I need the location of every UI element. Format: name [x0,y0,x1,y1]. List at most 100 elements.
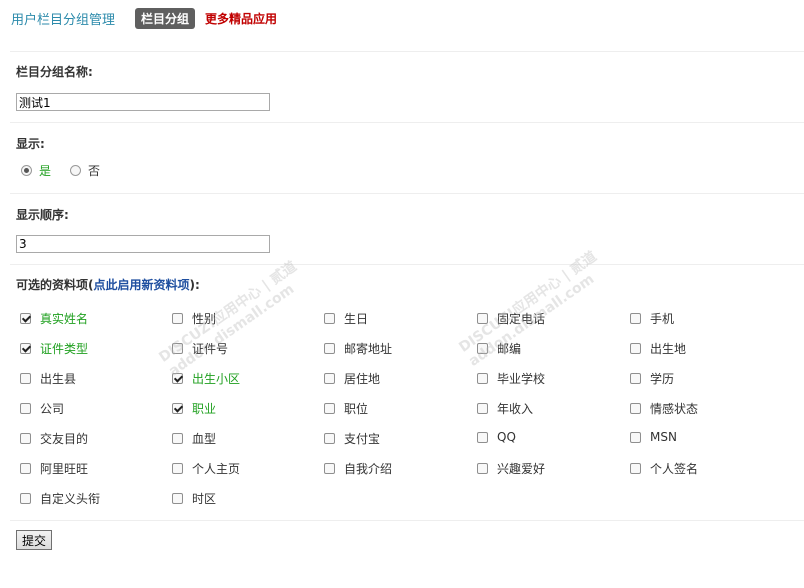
more-apps-link[interactable]: 更多精品应用 [205,10,277,27]
display-no-radio[interactable] [70,165,82,176]
option-label[interactable]: 邮寄地址 [344,340,392,357]
option-item[interactable]: 阿里旺旺 [20,460,88,477]
option-checkbox[interactable] [477,403,488,414]
option-item[interactable]: 手机 [630,310,674,327]
option-checkbox[interactable] [477,373,488,384]
option-checkbox[interactable] [630,431,641,443]
option-item[interactable]: 时区 [172,490,216,507]
option-label[interactable]: 自定义头衔 [40,490,100,507]
option-checkbox[interactable] [477,463,488,474]
divider [10,193,804,194]
option-item[interactable]: 自定义头衔 [20,490,100,507]
option-item[interactable]: 支付宝 [324,430,380,447]
option-item[interactable]: 出生地 [630,340,686,357]
option-item[interactable]: 邮寄地址 [324,340,392,357]
option-label[interactable]: 阿里旺旺 [40,460,88,477]
option-item[interactable]: 真实姓名 [20,310,88,327]
option-checkbox[interactable] [20,403,31,414]
option-checkbox[interactable] [20,343,31,354]
option-label[interactable]: 生日 [344,310,368,327]
display-yes-label[interactable]: 是 [39,162,51,179]
option-label[interactable]: 出生县 [40,370,76,387]
option-item[interactable]: 生日 [324,310,368,327]
options-label-suffix: ): [189,278,200,292]
option-item[interactable]: 个人主页 [172,460,240,477]
option-label[interactable]: 真实姓名 [40,310,88,327]
option-item[interactable]: 兴趣爱好 [477,460,545,477]
option-item[interactable]: 个人签名 [630,460,698,477]
option-label[interactable]: 职位 [344,400,368,417]
option-item[interactable]: 职位 [324,400,368,417]
option-label[interactable]: 兴趣爱好 [497,460,545,477]
option-item[interactable]: 年收入 [477,400,533,417]
option-label[interactable]: 出生小区 [192,370,240,387]
option-label[interactable]: 出生地 [650,340,686,357]
option-item[interactable]: 血型 [172,430,216,447]
option-checkbox[interactable] [324,463,335,474]
option-checkbox[interactable] [477,431,488,443]
option-item[interactable]: 自我介绍 [324,460,392,477]
option-checkbox[interactable] [630,373,641,384]
page-title[interactable]: 用户栏目分组管理 [11,9,115,28]
option-label[interactable]: 自我介绍 [344,460,392,477]
option-label[interactable]: 血型 [192,430,216,447]
enable-new-options-link[interactable]: 点此启用新资料项 [94,278,190,292]
option-label[interactable]: 支付宝 [344,430,380,447]
option-label[interactable]: 个人签名 [650,460,698,477]
option-item[interactable]: MSN [630,430,677,444]
submit-button[interactable]: 提交 [16,530,53,550]
option-checkbox[interactable] [630,343,641,354]
option-label[interactable]: 交友目的 [40,430,88,447]
option-checkbox[interactable] [20,313,31,324]
option-checkbox[interactable] [630,403,641,414]
option-checkbox[interactable] [324,373,335,384]
option-checkbox[interactable] [20,373,31,384]
option-checkbox[interactable] [172,313,183,324]
option-item[interactable]: QQ [477,430,516,444]
option-label[interactable]: QQ [497,430,516,444]
option-checkbox[interactable] [20,433,31,444]
option-label[interactable]: 时区 [192,490,216,507]
group-name-label: 栏目分组名称: [16,65,93,79]
option-label[interactable]: 学历 [650,370,674,387]
option-checkbox[interactable] [324,343,335,354]
option-label[interactable]: 年收入 [497,400,533,417]
option-label[interactable]: 职业 [192,400,216,417]
option-item[interactable]: 职业 [172,400,216,417]
option-item[interactable]: 公司 [20,400,64,417]
order-input[interactable] [16,235,270,253]
group-name-input[interactable] [16,93,270,111]
option-label[interactable]: 毕业学校 [497,370,545,387]
display-yes-radio[interactable] [21,165,32,176]
option-checkbox[interactable] [20,493,31,504]
option-checkbox[interactable] [630,313,641,324]
option-checkbox[interactable] [172,433,183,444]
option-label[interactable]: 居住地 [344,370,380,387]
option-item[interactable]: 学历 [630,370,674,387]
option-checkbox[interactable] [324,403,335,414]
option-label[interactable]: MSN [650,430,677,444]
option-label[interactable]: 证件类型 [40,340,88,357]
option-item[interactable]: 证件类型 [20,340,88,357]
option-checkbox[interactable] [172,463,183,474]
option-label[interactable]: 情感状态 [650,400,698,417]
option-checkbox[interactable] [172,403,183,414]
option-label[interactable]: 手机 [650,310,674,327]
option-label[interactable]: 个人主页 [192,460,240,477]
option-checkbox[interactable] [630,463,641,474]
option-item[interactable]: 出生县 [20,370,76,387]
option-item[interactable]: 居住地 [324,370,380,387]
divider [10,51,804,52]
option-item[interactable]: 毕业学校 [477,370,545,387]
option-checkbox[interactable] [172,493,183,504]
option-checkbox[interactable] [20,463,31,474]
options-label: 可选的资料项(点此启用新资料项): [16,276,200,293]
option-label[interactable]: 公司 [40,400,64,417]
order-label: 显示顺序: [16,208,69,222]
option-item[interactable]: 情感状态 [630,400,698,417]
option-item[interactable]: 交友目的 [20,430,88,447]
option-checkbox[interactable] [324,313,335,324]
display-no-label[interactable]: 否 [88,162,100,179]
tab-column-group[interactable]: 栏目分组 [135,7,196,29]
option-checkbox[interactable] [324,433,335,444]
